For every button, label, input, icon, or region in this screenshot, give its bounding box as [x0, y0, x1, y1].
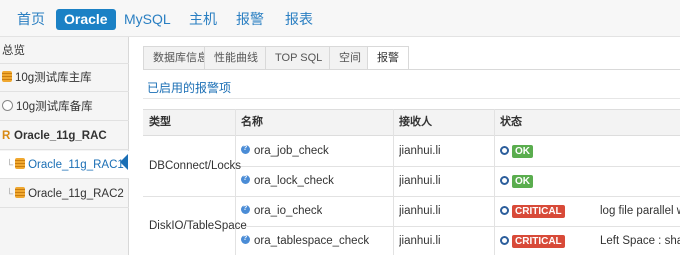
- tab-perf-curves[interactable]: 性能曲线: [204, 46, 268, 70]
- main-panel: 数据库信息 性能曲线 TOP SQL 空间 报警 已启用的报警项 类型 名称 接…: [130, 37, 680, 255]
- alert-name-cell[interactable]: ora_tablespace_check: [241, 226, 369, 255]
- sidebar-item-10g-primary[interactable]: 10g测试库主库: [0, 64, 129, 92]
- alert-name: ora_lock_check: [254, 175, 334, 187]
- group-type-cell: DiskIO/TableSpace: [149, 220, 247, 232]
- status-badge: CRITICAL: [512, 205, 565, 218]
- tab-alerts[interactable]: 报警: [367, 46, 409, 70]
- sidebar-item-rac1[interactable]: └ Oracle_11g_RAC1: [0, 151, 129, 179]
- help-icon[interactable]: [241, 144, 250, 154]
- alert-name-cell[interactable]: ora_job_check: [241, 136, 329, 166]
- standby-database-icon: [2, 100, 13, 111]
- status-cell: OK: [500, 136, 533, 166]
- column-header-name: 名称: [241, 116, 263, 128]
- alert-name-cell[interactable]: ora_lock_check: [241, 166, 334, 196]
- sidebar-item-label: 10g测试库主库: [15, 72, 92, 84]
- status-message: log file parallel writ: [600, 205, 680, 217]
- alert-name: ora_job_check: [254, 145, 329, 157]
- sidebar-item-label: Oracle_11g_RAC: [14, 130, 107, 142]
- database-icon: [15, 187, 26, 198]
- clock-icon: [500, 236, 509, 245]
- tab-divider: [143, 69, 680, 70]
- alert-name: ora_io_check: [254, 205, 323, 217]
- sidebar-item-10g-standby[interactable]: 10g测试库备库: [0, 93, 129, 121]
- sidebar: 总览 10g测试库主库 10g测试库备库 R Oracle_11g_RAC └ Or…: [0, 37, 129, 255]
- help-icon[interactable]: [241, 174, 250, 184]
- tree-branch-icon: └: [6, 189, 14, 200]
- section-divider: [143, 98, 680, 99]
- help-icon[interactable]: [241, 234, 250, 244]
- status-badge: OK: [512, 175, 533, 188]
- status-cell: CRITICAL: [500, 196, 565, 226]
- status-cell: OK: [500, 166, 533, 196]
- nav-host[interactable]: 主机: [189, 9, 217, 30]
- status-cell: CRITICAL: [500, 226, 565, 255]
- database-icon: [15, 158, 26, 169]
- tab-space[interactable]: 空间: [329, 46, 371, 70]
- nav-mysql[interactable]: MySQL: [124, 9, 171, 30]
- alert-name-cell[interactable]: ora_io_check: [241, 196, 322, 226]
- tab-top-sql[interactable]: TOP SQL: [265, 46, 333, 70]
- column-divider: [494, 109, 495, 255]
- column-divider: [393, 109, 394, 255]
- receiver-cell: jianhui.li: [399, 145, 441, 157]
- nav-home[interactable]: 首页: [17, 9, 45, 30]
- rac-icon: R: [2, 130, 11, 142]
- nav-alerts[interactable]: 报警: [236, 9, 264, 30]
- top-nav: 首页 Oracle MySQL 主机 报警 报表: [0, 0, 680, 37]
- nav-reports[interactable]: 报表: [285, 9, 313, 30]
- status-message: Left Space : shalv_: [600, 235, 680, 247]
- help-icon[interactable]: [241, 204, 250, 214]
- clock-icon: [500, 206, 509, 215]
- database-icon: [2, 71, 12, 82]
- receiver-cell: jianhui.li: [399, 205, 441, 217]
- column-header-receiver: 接收人: [399, 116, 432, 128]
- status-badge: CRITICAL: [512, 235, 565, 248]
- clock-icon: [500, 146, 509, 155]
- alert-name: ora_tablespace_check: [254, 235, 370, 247]
- sidebar-item-overview[interactable]: 总览: [0, 37, 129, 64]
- sidebar-item-label: 总览: [2, 45, 25, 57]
- status-badge: OK: [512, 145, 533, 158]
- column-header-type: 类型: [149, 116, 171, 128]
- receiver-cell: jianhui.li: [399, 235, 441, 247]
- column-header-status: 状态: [500, 116, 522, 128]
- sidebar-item-rac[interactable]: R Oracle_11g_RAC: [0, 122, 129, 150]
- nav-oracle[interactable]: Oracle: [56, 9, 116, 30]
- sidebar-item-rac2[interactable]: └ Oracle_11g_RAC2: [0, 180, 129, 208]
- sidebar-item-label: 10g测试库备库: [16, 101, 93, 113]
- group-type-cell: DBConnect/Locks: [149, 160, 242, 172]
- sidebar-item-label: Oracle_11g_RAC2: [28, 188, 124, 200]
- section-title: 已启用的报警项: [147, 81, 232, 95]
- receiver-cell: jianhui.li: [399, 175, 441, 187]
- tree-branch-icon: └: [6, 160, 14, 171]
- clock-icon: [500, 176, 509, 185]
- active-indicator-icon: [120, 154, 128, 170]
- sidebar-item-label: Oracle_11g_RAC1: [28, 159, 124, 171]
